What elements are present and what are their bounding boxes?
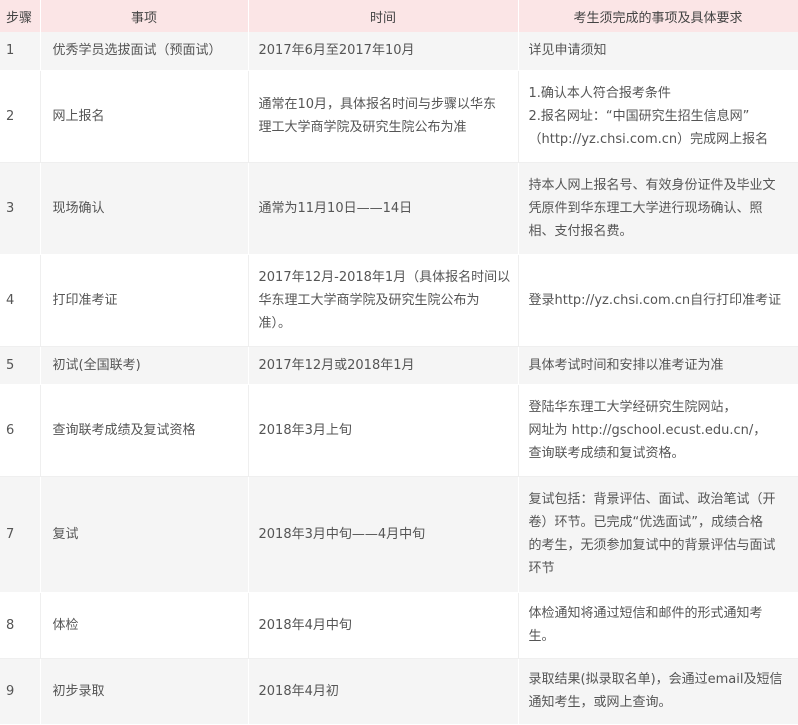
step-requirements: 录取结果(拟录取名单)，会通过email及短信 通知考生，或网上查询。 — [518, 658, 798, 725]
requirement-line: 1.确认本人符合报考条件 — [528, 85, 671, 101]
step-requirements: 登陆华东理工大学经研究生院网站， 网址为 http://gschool.ecust… — [518, 384, 798, 477]
step-requirements: 体检通知将通过短信和邮件的形式通知考 生。 — [518, 592, 798, 659]
header-requirements: 考生须完成的事项及具体要求 — [518, 0, 798, 32]
step-number: 9 — [0, 658, 41, 725]
step-time: 2017年12月-2018年1月（具体报名时间以 华东理工大学商学院及研究生院公布… — [248, 254, 519, 347]
time-line: 2018年4月中旬 — [258, 617, 352, 633]
time-line: 2017年6月至2017年10月 — [258, 43, 415, 59]
time-line: 2018年3月上旬 — [258, 422, 352, 438]
table-row: 7 复试 2018年3月中旬——4月中旬 复试包括：背景评估、面试、政治笔试（开 卷）环… — [0, 476, 798, 593]
requirement-line: 具体考试时间和安排以准考证为准 — [528, 357, 724, 373]
step-time: 通常在10月，具体报名时间与步骤以华东 理工大学商学院及研究生院公布为准 — [248, 70, 519, 163]
requirement-line: 查询联考成绩和复试资格。 — [528, 445, 685, 461]
step-time: 2018年4月中旬 — [248, 592, 519, 659]
header-step: 步骤 — [0, 0, 41, 32]
requirement-line: 2.报名网址：“中国研究生招生信息网” — [528, 108, 750, 124]
header-time: 时间 — [248, 0, 519, 32]
step-number: 5 — [0, 346, 41, 385]
table-row: 1 优秀学员选拔面试（预面试） 2017年6月至2017年10月 详见申请须知 — [0, 32, 798, 71]
table-row: 8 体检 2018年4月中旬 体检通知将通过短信和邮件的形式通知考 生。 — [0, 592, 798, 659]
time-line: 华东理工大学商学院及研究生院公布为 — [258, 292, 480, 308]
step-number: 4 — [0, 254, 41, 347]
time-line: 2018年4月初 — [258, 683, 339, 699]
step-requirements: 登录http://yz.chsi.com.cn自行打印准考证 — [518, 254, 798, 347]
step-number: 8 — [0, 592, 41, 659]
step-item: 优秀学员选拔面试（预面试） — [40, 32, 249, 71]
step-item: 现场确认 — [40, 162, 249, 255]
step-requirements: 1.确认本人符合报考条件 2.报名网址：“中国研究生招生信息网” （http://y… — [518, 70, 798, 163]
requirement-line: 网址为 http://gschool.ecust.edu.cn/， — [528, 422, 767, 438]
requirement-line: 卷）环节。已完成“优选面试”，成绩合格 — [528, 515, 763, 530]
step-number: 1 — [0, 32, 41, 71]
time-line: 2017年12月-2018年1月（具体报名时间以 — [258, 269, 511, 285]
step-item: 初试(全国联考) — [40, 346, 249, 385]
table-row: 2 网上报名 通常在10月，具体报名时间与步骤以华东 理工大学商学院及研究生院公布为准… — [0, 70, 798, 163]
table-row: 4 打印准考证 2017年12月-2018年1月（具体报名时间以 华东理工大学商学院及… — [0, 254, 798, 347]
step-item: 打印准考证 — [40, 254, 249, 347]
step-time: 2017年6月至2017年10月 — [248, 32, 519, 71]
requirement-line: （http://yz.chsi.com.cn）完成网上报名 — [528, 131, 769, 147]
step-time: 2018年4月初 — [248, 658, 519, 725]
requirement-line: 凭原件到华东理工大学进行现场确认、照 — [528, 200, 763, 216]
time-line: 通常为11月10日——14日 — [258, 200, 413, 216]
step-item: 查询联考成绩及复试资格 — [40, 384, 249, 477]
requirement-line: 持本人网上报名号、有效身份证件及毕业文 — [528, 177, 776, 193]
requirement-line: 环节 — [528, 561, 555, 576]
table-row: 3 现场确认 通常为11月10日——14日 持本人网上报名号、有效身份证件及毕业文 凭原… — [0, 162, 798, 255]
step-item: 体检 — [40, 592, 249, 659]
requirement-line: 的考生，无须参加复试中的背景评估与面试 — [528, 538, 776, 553]
requirement-line: 登陆华东理工大学经研究生院网站， — [528, 399, 737, 415]
step-time: 2018年3月中旬——4月中旬 — [248, 476, 519, 593]
requirement-line: 复试包括：背景评估、面试、政治笔试（开 — [528, 492, 776, 507]
step-number: 2 — [0, 70, 41, 163]
step-time: 通常为11月10日——14日 — [248, 162, 519, 255]
requirement-line: 详见申请须知 — [528, 43, 607, 59]
step-time: 2017年12月或2018年1月 — [248, 346, 519, 385]
step-number: 7 — [0, 476, 41, 593]
time-line: 准）。 — [258, 315, 292, 331]
requirement-line: 通知考生，或网上查询。 — [528, 695, 672, 710]
time-line: 通常在10月，具体报名时间与步骤以华东 — [258, 97, 497, 112]
requirement-line: 生。 — [528, 629, 555, 644]
admission-steps-table: 步骤 事项 时间 考生须完成的事项及具体要求 1 优秀学员选拔面试（预面试） 201… — [0, 0, 798, 725]
requirement-line: 登录http://yz.chsi.com.cn自行打印准考证 — [528, 292, 782, 308]
table-row: 6 查询联考成绩及复试资格 2018年3月上旬 登陆华东理工大学经研究生院网站， 网址为… — [0, 384, 798, 477]
step-item: 复试 — [40, 476, 249, 593]
requirement-line: 相、支付报名费。 — [528, 223, 633, 239]
step-item: 网上报名 — [40, 70, 249, 163]
step-item: 初步录取 — [40, 658, 249, 725]
step-time: 2018年3月上旬 — [248, 384, 519, 477]
table-row: 9 初步录取 2018年4月初 录取结果(拟录取名单)，会通过email及短信 通知考生… — [0, 658, 798, 725]
step-number: 3 — [0, 162, 41, 255]
step-requirements: 持本人网上报名号、有效身份证件及毕业文 凭原件到华东理工大学进行现场确认、照 相、支… — [518, 162, 798, 255]
time-line: 2017年12月或2018年1月 — [258, 357, 415, 373]
table-body: 1 优秀学员选拔面试（预面试） 2017年6月至2017年10月 详见申请须知 2 网上报… — [0, 32, 798, 725]
step-requirements: 具体考试时间和安排以准考证为准 — [518, 346, 798, 385]
step-requirements: 详见申请须知 — [518, 32, 798, 71]
header-item: 事项 — [40, 0, 249, 32]
requirement-line: 录取结果(拟录取名单)，会通过email及短信 — [528, 672, 783, 687]
table-header-row: 步骤 事项 时间 考生须完成的事项及具体要求 — [0, 0, 798, 32]
requirement-line: 体检通知将通过短信和邮件的形式通知考 — [528, 606, 763, 621]
time-line: 理工大学商学院及研究生院公布为准 — [258, 120, 467, 135]
table-row: 5 初试(全国联考) 2017年12月或2018年1月 具体考试时间和安排以准考证为准 — [0, 346, 798, 385]
time-line: 2018年3月中旬——4月中旬 — [258, 526, 426, 542]
step-number: 6 — [0, 384, 41, 477]
step-requirements: 复试包括：背景评估、面试、政治笔试（开 卷）环节。已完成“优选面试”，成绩合格 的考… — [518, 476, 798, 593]
